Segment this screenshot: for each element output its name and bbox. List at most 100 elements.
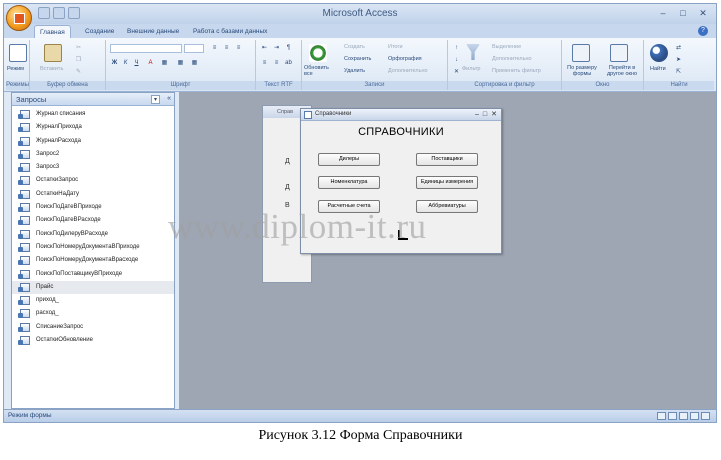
nav-pane-title: Запросы: [16, 95, 47, 104]
refresh-all-button[interactable]: Обновить все: [304, 65, 332, 77]
align-right-icon[interactable]: ≡: [234, 44, 243, 52]
sort-asc-icon[interactable]: ↑: [452, 44, 461, 52]
help-icon[interactable]: ?: [698, 26, 708, 36]
refresh-icon[interactable]: [309, 44, 327, 62]
font-size-combo[interactable]: [184, 44, 204, 53]
nav-query-item[interactable]: Запрос3: [12, 161, 174, 174]
format-painter-icon[interactable]: ✎: [74, 68, 83, 76]
align-left-icon[interactable]: ≡: [210, 44, 219, 52]
tab-create[interactable]: Создание: [80, 25, 119, 38]
nav-query-item[interactable]: расход_: [12, 307, 174, 320]
highlight-icon[interactable]: ab: [284, 59, 293, 67]
delete-record-button[interactable]: Удалить: [344, 68, 365, 74]
select-icon[interactable]: ⇱: [674, 68, 683, 76]
clear-sort-icon[interactable]: ✕: [452, 68, 461, 76]
nav-query-item[interactable]: Запрос2: [12, 148, 174, 161]
nav-query-item[interactable]: ПоискПоНомеруДокументаВрасходе: [12, 254, 174, 267]
switch-windows-button[interactable]: Перейти в другое окно: [602, 65, 642, 77]
suppliers-button[interactable]: Поставщики: [416, 153, 478, 166]
form-view-icon[interactable]: [657, 412, 666, 420]
bullets-icon[interactable]: ≡: [260, 59, 269, 67]
chevron-down-icon[interactable]: ▾: [151, 95, 160, 104]
apply-filter-button[interactable]: Применить фильтр: [492, 68, 541, 74]
group-sort-filter: ↑ ↓ ✕ Фильтр Выделение Дополнительно При…: [448, 40, 562, 90]
nomenclature-button[interactable]: Номенклатура: [318, 176, 380, 189]
underline-icon[interactable]: Ч: [132, 59, 141, 67]
find-button[interactable]: Найти: [650, 66, 666, 72]
fit-to-form-icon[interactable]: [572, 44, 590, 62]
replace-icon[interactable]: ⇄: [674, 44, 683, 52]
paste-icon[interactable]: [44, 44, 62, 62]
office-button[interactable]: [6, 5, 32, 31]
nav-query-item[interactable]: ПоискПоНомеруДокументаВПриходе: [12, 241, 174, 254]
minimize-icon[interactable]: –: [475, 109, 479, 120]
rtl-icon[interactable]: ¶: [284, 44, 293, 52]
filter-icon[interactable]: [466, 44, 480, 60]
form-titlebar[interactable]: Справочники – □ ✕: [301, 109, 501, 121]
selection-button[interactable]: Выделение: [492, 44, 521, 50]
office-logo-icon: [14, 13, 25, 24]
dealers-button[interactable]: Дилеры: [318, 153, 380, 166]
totals-button[interactable]: Итоги: [388, 44, 403, 50]
nav-query-item[interactable]: ПоискПоПоставщикуВПриходе: [12, 268, 174, 281]
datasheet-view-icon[interactable]: [668, 412, 677, 420]
nav-query-item[interactable]: ПоискПоДилеруВРасходе: [12, 228, 174, 241]
maximize-icon[interactable]: □: [674, 6, 692, 20]
nav-pane-header[interactable]: Запросы ▾ «: [12, 93, 174, 106]
spelling-button[interactable]: Орфография: [388, 56, 422, 62]
layout-view-icon[interactable]: [679, 412, 688, 420]
units-button[interactable]: Единицы измерения: [416, 176, 478, 189]
nav-query-item[interactable]: СписаниеЗапрос: [12, 321, 174, 334]
tab-database-tools[interactable]: Работа с базами данных: [188, 25, 272, 38]
maximize-icon[interactable]: □: [483, 109, 487, 120]
sort-desc-icon[interactable]: ↓: [452, 56, 461, 64]
group-find: Найти ⇄ ➤ ⇱ Найти: [644, 40, 714, 90]
align-center-icon[interactable]: ≡: [222, 44, 231, 52]
find-icon[interactable]: [650, 44, 668, 62]
numbering-icon[interactable]: ≡: [272, 59, 281, 67]
increase-indent-icon[interactable]: ⇥: [272, 44, 281, 52]
view-button-label[interactable]: Режим: [7, 66, 24, 72]
tab-external-data[interactable]: Внешние данные: [122, 25, 184, 38]
nav-query-item[interactable]: Прайс: [12, 280, 174, 295]
group-records: Обновить все Создать Сохранить Удалить И…: [302, 40, 448, 90]
minimize-icon[interactable]: –: [654, 6, 672, 20]
italic-icon[interactable]: К: [121, 59, 130, 67]
alt-row-color-icon[interactable]: ▦: [190, 59, 199, 67]
nav-query-item[interactable]: Журнал списания: [12, 108, 174, 121]
goto-icon[interactable]: ➤: [674, 56, 683, 64]
nav-query-item[interactable]: ОстаткиЗапрос: [12, 174, 174, 187]
nav-query-item[interactable]: ОстаткиНаДату: [12, 188, 174, 201]
switch-windows-icon[interactable]: [610, 44, 628, 62]
fit-to-form-button[interactable]: По размеру формы: [564, 65, 600, 77]
font-name-combo[interactable]: [110, 44, 182, 53]
pivot-view-icon[interactable]: [701, 412, 710, 420]
design-view-icon[interactable]: [690, 412, 699, 420]
filter-button[interactable]: Фильтр: [462, 66, 480, 72]
background-form-button[interactable]: Д: [285, 184, 297, 196]
decrease-indent-icon[interactable]: ⇤: [260, 44, 269, 52]
cut-icon[interactable]: ✂: [74, 44, 83, 52]
font-color-icon[interactable]: A: [146, 59, 155, 67]
paste-button-label[interactable]: Вставить: [40, 66, 63, 72]
new-record-button[interactable]: Создать: [344, 44, 365, 50]
bold-icon[interactable]: Ж: [110, 59, 119, 67]
nav-query-item[interactable]: ПоискПоДатеВРасходе: [12, 214, 174, 227]
nav-query-item[interactable]: приход_: [12, 294, 174, 307]
collapse-pane-icon[interactable]: «: [167, 95, 171, 102]
more-records-button[interactable]: Дополнительно: [388, 68, 428, 74]
background-form-button[interactable]: Д: [285, 158, 297, 170]
nav-query-item[interactable]: ЖурналРасхода: [12, 135, 174, 148]
save-record-button[interactable]: Сохранить: [344, 56, 371, 62]
fill-color-icon[interactable]: ▦: [160, 59, 169, 67]
close-icon[interactable]: ✕: [694, 6, 712, 20]
advanced-filter-button[interactable]: Дополнительно: [492, 56, 532, 62]
close-icon[interactable]: ✕: [491, 109, 497, 120]
nav-query-item[interactable]: ПоискПоДатеВПриходе: [12, 201, 174, 214]
nav-query-item[interactable]: ОстаткиОбновление: [12, 334, 174, 347]
tab-home[interactable]: Главная: [34, 25, 71, 38]
view-icon[interactable]: [9, 44, 27, 62]
copy-icon[interactable]: ❐: [74, 56, 83, 64]
nav-query-item[interactable]: ЖурналПрихода: [12, 121, 174, 134]
gridlines-icon[interactable]: ▦: [176, 59, 185, 67]
